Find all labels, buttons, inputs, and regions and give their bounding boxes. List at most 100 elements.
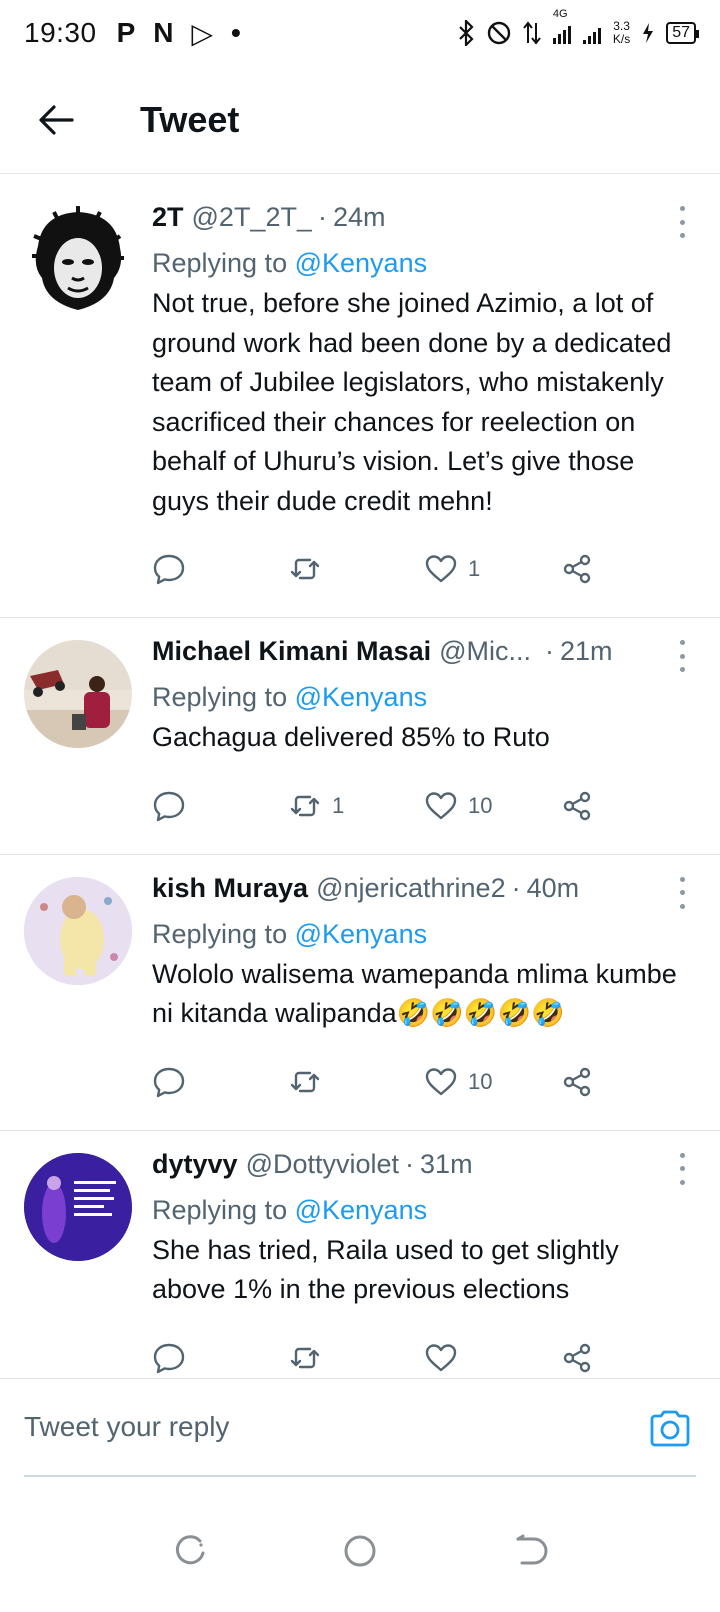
replying-prefix: Replying to <box>152 682 288 712</box>
more-options-button[interactable] <box>672 640 692 672</box>
arrow-left-icon <box>39 104 74 135</box>
tweet[interactable]: dytyvy @Dottyviolet · 31m Replying to @K… <box>0 1131 720 1406</box>
author-name[interactable]: kish Muraya <box>152 873 308 904</box>
retweet-button[interactable]: 1 <box>288 789 424 823</box>
dot-icon: • <box>231 17 241 48</box>
retweet-icon <box>290 1071 320 1092</box>
heart-icon <box>425 1343 457 1371</box>
tweet-time[interactable]: 24m <box>333 202 386 233</box>
heart-icon <box>425 791 457 819</box>
n-app-icon: N <box>153 17 174 48</box>
charging-icon <box>643 23 654 43</box>
bluetooth-icon <box>459 20 474 46</box>
data-transfer-icon <box>523 21 541 45</box>
reply-icon <box>153 791 185 821</box>
tweet[interactable]: Michael Kimani Masai @Mic... · 21m Reply… <box>0 618 720 855</box>
heart-icon <box>425 555 457 583</box>
tweet-actions: 1 10 <box>152 758 696 854</box>
share-button[interactable] <box>560 1341 696 1375</box>
tweet-time[interactable]: 40m <box>527 873 580 904</box>
reply-button[interactable] <box>152 1341 288 1375</box>
more-options-button[interactable] <box>672 1152 692 1185</box>
do-not-disturb-icon <box>487 21 511 45</box>
more-options-button[interactable] <box>672 876 692 909</box>
page-title: Tweet <box>140 98 240 140</box>
replying-prefix: Replying to <box>152 248 288 278</box>
signal-icon <box>552 22 571 44</box>
recents-button[interactable] <box>170 1531 210 1571</box>
share-icon <box>563 554 591 584</box>
avatar-image <box>24 206 132 314</box>
like-count: 10 <box>468 1068 493 1094</box>
author-handle[interactable]: @2T_2T_ <box>192 202 312 233</box>
retweet-button[interactable] <box>288 1341 424 1375</box>
tweet-text: Wololo walisema wamepanda mlima kumbe ni… <box>152 958 677 1029</box>
replies-feed: 2T @2T_2T_ · 24m Replying to @Kenyans No… <box>0 184 720 1406</box>
back-nav-icon <box>516 1534 548 1565</box>
like-button[interactable]: 10 <box>424 1065 560 1099</box>
author-name[interactable]: dytyvy <box>152 1149 238 1180</box>
tweet-text: She has tried, Raila used to get slightl… <box>152 1234 619 1305</box>
author-name[interactable]: 2T <box>152 202 184 233</box>
reply-icon <box>153 554 185 585</box>
tweet-time[interactable]: 21m <box>560 636 613 667</box>
like-button[interactable]: 1 <box>424 552 560 586</box>
avatar[interactable] <box>24 876 132 985</box>
author-handle[interactable]: @njericathrine2 <box>316 873 506 904</box>
author-handle[interactable]: @Dottyviolet <box>246 1149 399 1180</box>
replying-to: Replying to @Kenyans <box>152 1191 696 1229</box>
share-button[interactable] <box>560 552 696 586</box>
avatar[interactable] <box>24 206 132 314</box>
tweet-text: Not true, before she joined Azimio, a lo… <box>152 288 672 516</box>
reply-button[interactable] <box>152 552 288 586</box>
replying-prefix: Replying to <box>152 1194 288 1225</box>
system-indicators: 4G 3.3 K/s 57 <box>457 8 699 46</box>
separator: · <box>317 202 327 232</box>
author-handle[interactable]: @Mic... <box>439 636 531 667</box>
retweet-icon <box>290 795 320 816</box>
avatar[interactable] <box>24 1152 132 1261</box>
camera-button[interactable] <box>648 1407 692 1451</box>
reply-input[interactable] <box>24 1379 696 1477</box>
tweet-header: 2T @2T_2T_ · 24m <box>152 202 696 242</box>
reply-button[interactable] <box>152 789 288 823</box>
replying-to: Replying to @Kenyans <box>152 678 696 716</box>
tweet-time[interactable]: 31m <box>420 1149 473 1180</box>
status-time: 19:30 <box>24 17 97 48</box>
share-button[interactable] <box>560 1065 696 1099</box>
more-options-button[interactable] <box>672 206 692 238</box>
tweet-actions: 1 <box>152 521 696 617</box>
back-button[interactable] <box>24 88 88 152</box>
replying-prefix: Replying to <box>152 918 288 949</box>
like-button[interactable]: 10 <box>424 789 560 823</box>
retweet-button[interactable] <box>288 552 424 586</box>
tweet-header: dytyvy @Dottyviolet · 31m <box>152 1149 696 1189</box>
camera-icon <box>650 1410 690 1447</box>
system-nav-bar <box>0 1490 720 1612</box>
like-button[interactable] <box>424 1341 560 1375</box>
back-nav-button[interactable] <box>510 1531 550 1571</box>
mention-link[interactable]: @Kenyans <box>295 682 427 712</box>
share-icon <box>563 1343 591 1372</box>
notification-icons: P N ▷ • <box>117 17 241 50</box>
mention-link[interactable]: @Kenyans <box>295 1195 427 1225</box>
tweet[interactable]: kish Muraya @njericathrine2 · 40m Replyi… <box>0 855 720 1131</box>
avatar[interactable] <box>24 640 132 748</box>
retweet-icon <box>290 558 320 580</box>
avatar-image <box>24 1152 132 1261</box>
reply-button[interactable] <box>152 1065 288 1099</box>
like-count: 1 <box>468 556 481 581</box>
share-button[interactable] <box>560 789 696 823</box>
mention-link[interactable]: @Kenyans <box>295 919 427 949</box>
author-name[interactable]: Michael Kimani Masai <box>152 636 431 667</box>
avatar-image <box>24 876 132 985</box>
mention-link[interactable]: @Kenyans <box>295 248 427 278</box>
like-count: 10 <box>468 792 493 818</box>
retweet-icon <box>290 1347 320 1368</box>
tweet-text: Gachagua delivered 85% to Ruto <box>152 722 550 752</box>
reply-composer <box>0 1378 720 1486</box>
replying-to: Replying to @Kenyans <box>152 244 696 282</box>
retweet-button[interactable] <box>288 1065 424 1099</box>
home-button[interactable] <box>340 1531 380 1571</box>
tweet[interactable]: 2T @2T_2T_ · 24m Replying to @Kenyans No… <box>0 184 720 618</box>
